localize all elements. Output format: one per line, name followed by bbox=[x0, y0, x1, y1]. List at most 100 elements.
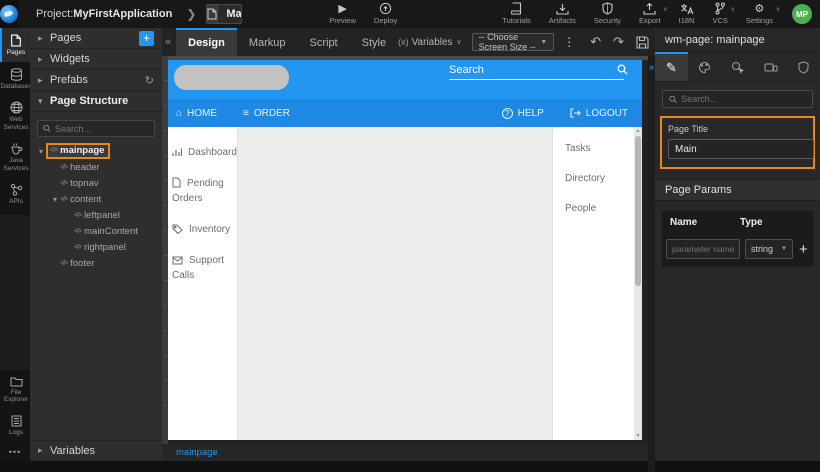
properties-search-input[interactable] bbox=[681, 94, 806, 104]
undo-icon[interactable]: ↶ bbox=[584, 34, 607, 50]
rail-item-databases[interactable]: Databases bbox=[0, 62, 30, 96]
wavemaker-logo[interactable] bbox=[0, 0, 18, 28]
param-row: string ▼ + bbox=[662, 233, 813, 267]
chevron-right-icon: ▸ bbox=[38, 75, 50, 86]
refresh-icon[interactable]: ↻ bbox=[145, 74, 154, 87]
page-title-label: Page Title bbox=[668, 124, 807, 134]
document-icon bbox=[172, 177, 181, 188]
section-prefabs[interactable]: ▸ Prefabs ↻ bbox=[30, 70, 162, 91]
tree-node-footer[interactable]: </>footer bbox=[30, 255, 162, 271]
tab-properties[interactable]: ✎ bbox=[655, 52, 688, 81]
section-pages[interactable]: ▸ Pages + bbox=[30, 28, 162, 49]
variables-dropdown[interactable]: (x) Variables ∨ bbox=[398, 37, 462, 48]
tree-node-mainpage[interactable]: ▾ </>mainpage bbox=[30, 143, 162, 159]
project-name: Project:MyFirstApplication bbox=[36, 8, 172, 20]
deploy-button[interactable]: Deploy bbox=[374, 0, 397, 28]
app-nav-logout[interactable]: LOGOUT bbox=[570, 108, 628, 119]
page-selector-value: Main bbox=[218, 8, 242, 20]
search-icon[interactable] bbox=[617, 64, 642, 75]
add-param-button[interactable]: + bbox=[799, 241, 808, 258]
properties-search[interactable] bbox=[662, 90, 813, 108]
tutorials-button[interactable]: Tutorials bbox=[502, 0, 530, 28]
rail-item-pages[interactable]: Pages bbox=[0, 28, 30, 62]
design-canvas[interactable]: Search ⌂ HOME ≡ ORDER ? HELP bbox=[162, 56, 642, 440]
preview-button[interactable]: ▶ Preview bbox=[329, 0, 356, 28]
structure-search[interactable] bbox=[37, 120, 155, 137]
tab-markup[interactable]: Markup bbox=[237, 28, 298, 56]
app-search-field[interactable]: Search bbox=[449, 64, 624, 91]
vcs-button[interactable]: VCS bbox=[712, 0, 727, 28]
tree-node-rightpanel[interactable]: </>rightpanel bbox=[30, 239, 162, 255]
app-link-people[interactable]: People bbox=[565, 203, 634, 214]
open-page-tab[interactable]: mainpage bbox=[176, 447, 218, 458]
kebab-menu-icon[interactable]: ⋮ bbox=[554, 35, 584, 49]
scroll-down-icon[interactable]: ▼ bbox=[634, 432, 642, 440]
artifacts-button[interactable]: Artifacts bbox=[549, 0, 576, 28]
column-name: Name bbox=[662, 217, 740, 228]
app-search-label: Search bbox=[449, 64, 624, 79]
tree-node-topnav[interactable]: </>topnav bbox=[30, 175, 162, 191]
code-icon: </> bbox=[60, 196, 67, 203]
app-nav-help[interactable]: ? HELP bbox=[502, 108, 544, 119]
app-header[interactable]: Search bbox=[162, 56, 642, 99]
export-button[interactable]: Export bbox=[639, 0, 661, 28]
param-name-input[interactable] bbox=[666, 239, 740, 259]
app-nav-order[interactable]: ≡ ORDER bbox=[243, 108, 290, 119]
page-selector[interactable]: Main bbox=[206, 4, 242, 24]
app-link-directory[interactable]: Directory bbox=[565, 173, 634, 184]
tree-node-content[interactable]: ▾ </>content bbox=[30, 191, 162, 207]
section-page-structure[interactable]: ▾ Page Structure bbox=[30, 91, 162, 112]
page-title-input[interactable] bbox=[668, 139, 814, 159]
i18n-button[interactable]: I18N bbox=[679, 0, 695, 28]
rail-item-web-services[interactable]: Web Services bbox=[0, 95, 30, 136]
chevron-right-icon: ▸ bbox=[38, 445, 50, 456]
section-widgets[interactable]: ▸ Widgets bbox=[30, 49, 162, 70]
rail-item-file-explorer[interactable]: File Explorer bbox=[0, 370, 30, 409]
user-avatar[interactable]: MP bbox=[792, 4, 812, 24]
app-nav-support-calls[interactable]: Support Calls bbox=[162, 245, 237, 291]
settings-button[interactable]: ⚙ Settings bbox=[746, 0, 773, 28]
left-icon-rail: Pages Databases Web Services Java Servic… bbox=[0, 28, 30, 461]
add-page-button[interactable]: + bbox=[139, 31, 154, 46]
structure-search-input[interactable] bbox=[55, 124, 149, 134]
rail-item-logs[interactable]: Logs bbox=[0, 409, 30, 442]
tab-design[interactable]: Design bbox=[176, 28, 237, 56]
rail-item-java-services[interactable]: Java Services bbox=[0, 136, 30, 177]
screen-size-select[interactable]: -- Choose Screen Size -- ▼ bbox=[472, 33, 555, 51]
save-icon[interactable] bbox=[630, 36, 655, 49]
tree-node-maincontent[interactable]: </>mainContent bbox=[30, 223, 162, 239]
app-logo-placeholder bbox=[174, 65, 289, 90]
security-button[interactable]: Security bbox=[594, 0, 621, 28]
collapse-left-panel-icon[interactable]: « bbox=[162, 36, 176, 48]
app-nav-dashboard[interactable]: Dashboard bbox=[162, 137, 237, 168]
canvas-scrollbar[interactable]: ▲ ▼ bbox=[634, 127, 642, 440]
tab-styles[interactable] bbox=[688, 52, 721, 81]
rail-item-apis[interactable]: APIs bbox=[0, 177, 30, 211]
app-side-nav: Dashboard Pending Orders Inventory Suppo… bbox=[162, 127, 238, 440]
tab-events[interactable] bbox=[721, 52, 754, 81]
more-options-icon[interactable]: ••• bbox=[0, 441, 30, 461]
styles-icon bbox=[698, 61, 711, 74]
tab-devices[interactable] bbox=[754, 52, 787, 81]
tag-icon bbox=[172, 224, 183, 234]
app-link-tasks[interactable]: Tasks bbox=[565, 143, 634, 154]
tab-security[interactable] bbox=[787, 52, 820, 81]
chevron-right-icon: ❯ bbox=[186, 7, 196, 21]
app-nav-inventory[interactable]: Inventory bbox=[162, 214, 237, 245]
app-nav-pending-orders[interactable]: Pending Orders bbox=[162, 168, 237, 214]
section-variables[interactable]: ▸ Variables bbox=[30, 440, 162, 461]
app-main-content[interactable] bbox=[238, 127, 552, 440]
param-type-select[interactable]: string ▼ bbox=[745, 239, 793, 259]
expand-right-panel-icon[interactable]: » bbox=[648, 56, 655, 72]
scroll-up-icon[interactable]: ▲ bbox=[634, 127, 642, 135]
top-bar: Project:MyFirstApplication ❯ Main ▶ Prev… bbox=[0, 0, 820, 28]
code-icon: </> bbox=[74, 244, 81, 251]
scrollbar-thumb[interactable] bbox=[635, 136, 641, 286]
tab-script[interactable]: Script bbox=[298, 28, 350, 56]
tree-node-leftpanel[interactable]: </>leftpanel bbox=[30, 207, 162, 223]
inspector-title: wm-page: mainpage bbox=[655, 28, 820, 52]
app-nav-home[interactable]: ⌂ HOME bbox=[176, 108, 217, 119]
redo-icon[interactable]: ↷ bbox=[607, 34, 630, 50]
tree-node-header[interactable]: </>header bbox=[30, 159, 162, 175]
tab-style[interactable]: Style bbox=[350, 28, 398, 56]
